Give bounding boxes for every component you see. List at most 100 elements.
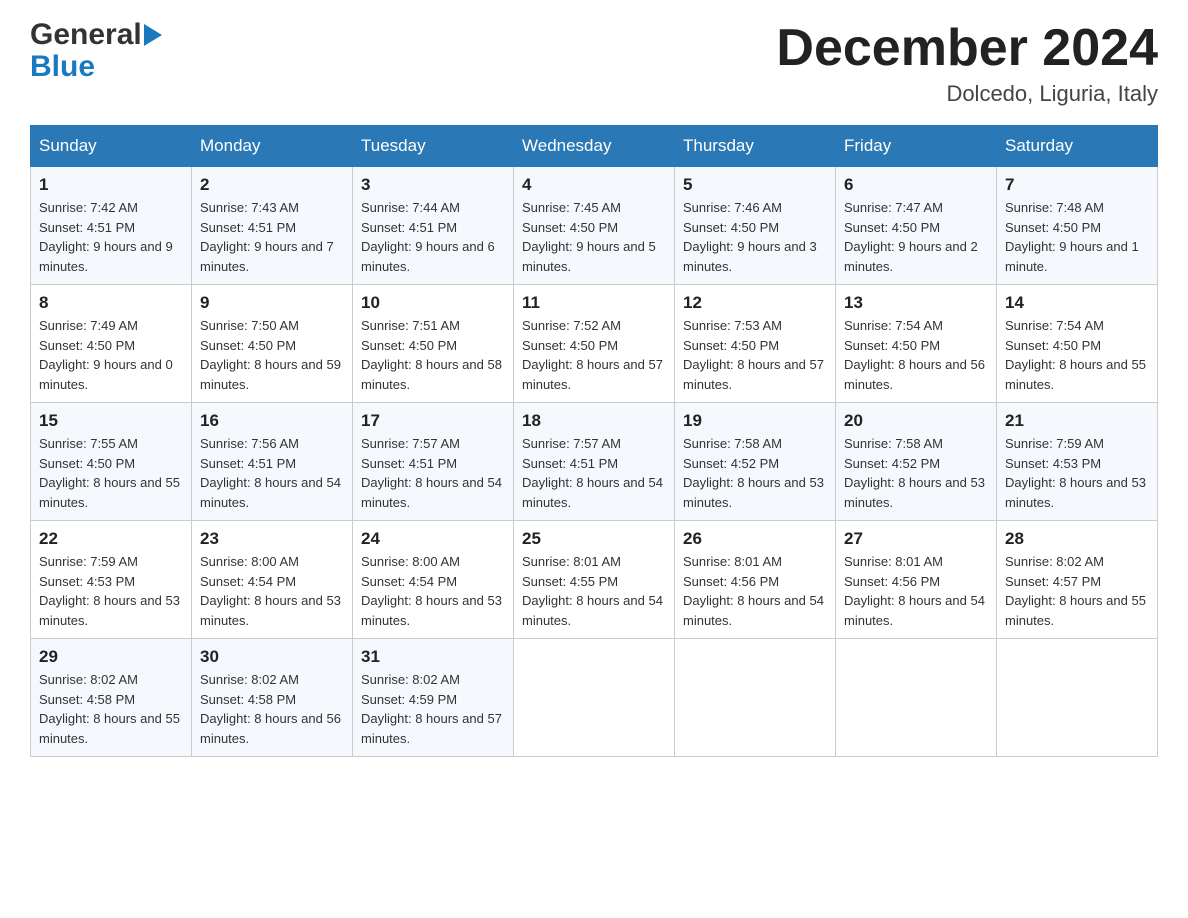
day-info: Sunrise: 8:00 AMSunset: 4:54 PMDaylight:… (361, 552, 505, 630)
calendar-cell: 29 Sunrise: 8:02 AMSunset: 4:58 PMDayligh… (31, 639, 192, 757)
day-header-thursday: Thursday (675, 126, 836, 167)
day-info: Sunrise: 7:48 AMSunset: 4:50 PMDaylight:… (1005, 198, 1149, 276)
day-number: 20 (844, 411, 988, 431)
day-info: Sunrise: 7:59 AMSunset: 4:53 PMDaylight:… (39, 552, 183, 630)
logo-arrow-icon (144, 24, 162, 46)
day-info: Sunrise: 7:55 AMSunset: 4:50 PMDaylight:… (39, 434, 183, 512)
day-number: 7 (1005, 175, 1149, 195)
day-number: 14 (1005, 293, 1149, 313)
day-info: Sunrise: 7:56 AMSunset: 4:51 PMDaylight:… (200, 434, 344, 512)
day-number: 21 (1005, 411, 1149, 431)
day-info: Sunrise: 7:43 AMSunset: 4:51 PMDaylight:… (200, 198, 344, 276)
day-header-tuesday: Tuesday (353, 126, 514, 167)
calendar-cell: 3 Sunrise: 7:44 AMSunset: 4:51 PMDaylight… (353, 167, 514, 285)
day-info: Sunrise: 8:02 AMSunset: 4:58 PMDaylight:… (39, 670, 183, 748)
day-info: Sunrise: 7:58 AMSunset: 4:52 PMDaylight:… (844, 434, 988, 512)
day-number: 29 (39, 647, 183, 667)
day-info: Sunrise: 7:45 AMSunset: 4:50 PMDaylight:… (522, 198, 666, 276)
calendar-cell: 25 Sunrise: 8:01 AMSunset: 4:55 PMDayligh… (514, 521, 675, 639)
day-info: Sunrise: 7:59 AMSunset: 4:53 PMDaylight:… (1005, 434, 1149, 512)
day-info: Sunrise: 7:57 AMSunset: 4:51 PMDaylight:… (522, 434, 666, 512)
week-row-3: 15 Sunrise: 7:55 AMSunset: 4:50 PMDayligh… (31, 403, 1158, 521)
day-info: Sunrise: 7:49 AMSunset: 4:50 PMDaylight:… (39, 316, 183, 394)
day-number: 22 (39, 529, 183, 549)
day-info: Sunrise: 7:53 AMSunset: 4:50 PMDaylight:… (683, 316, 827, 394)
day-number: 17 (361, 411, 505, 431)
day-number: 30 (200, 647, 344, 667)
calendar-cell (836, 639, 997, 757)
calendar-cell (514, 639, 675, 757)
day-number: 9 (200, 293, 344, 313)
day-info: Sunrise: 7:47 AMSunset: 4:50 PMDaylight:… (844, 198, 988, 276)
title-area: December 2024 Dolcedo, Liguria, Italy (776, 20, 1158, 107)
logo-general-text: General (30, 20, 142, 50)
day-number: 3 (361, 175, 505, 195)
day-number: 2 (200, 175, 344, 195)
calendar-cell: 17Sunrise: 7:57 AMSunset: 4:51 PMDayligh… (353, 403, 514, 521)
day-number: 13 (844, 293, 988, 313)
calendar-cell: 16Sunrise: 7:56 AMSunset: 4:51 PMDayligh… (192, 403, 353, 521)
calendar-title: December 2024 (776, 20, 1158, 77)
logo: General Blue (30, 20, 162, 84)
day-info: Sunrise: 7:50 AMSunset: 4:50 PMDaylight:… (200, 316, 344, 394)
calendar-cell: 8 Sunrise: 7:49 AMSunset: 4:50 PMDaylight… (31, 285, 192, 403)
day-number: 8 (39, 293, 183, 313)
calendar-cell: 9 Sunrise: 7:50 AMSunset: 4:50 PMDaylight… (192, 285, 353, 403)
day-number: 26 (683, 529, 827, 549)
page-header: General Blue December 2024 Dolcedo, Ligu… (30, 20, 1158, 107)
day-header-sunday: Sunday (31, 126, 192, 167)
calendar-cell: 10Sunrise: 7:51 AMSunset: 4:50 PMDayligh… (353, 285, 514, 403)
calendar-cell: 21 Sunrise: 7:59 AMSunset: 4:53 PMDayligh… (997, 403, 1158, 521)
calendar-cell: 27 Sunrise: 8:01 AMSunset: 4:56 PMDayligh… (836, 521, 997, 639)
day-header-monday: Monday (192, 126, 353, 167)
day-number: 24 (361, 529, 505, 549)
day-number: 18 (522, 411, 666, 431)
day-info: Sunrise: 7:42 AMSunset: 4:51 PMDaylight:… (39, 198, 183, 276)
day-number: 28 (1005, 529, 1149, 549)
day-number: 11 (522, 293, 666, 313)
day-number: 23 (200, 529, 344, 549)
day-info: Sunrise: 8:02 AMSunset: 4:59 PMDaylight:… (361, 670, 505, 748)
day-info: Sunrise: 7:52 AMSunset: 4:50 PMDaylight:… (522, 316, 666, 394)
week-row-4: 22 Sunrise: 7:59 AMSunset: 4:53 PMDayligh… (31, 521, 1158, 639)
day-info: Sunrise: 8:01 AMSunset: 4:56 PMDaylight:… (683, 552, 827, 630)
calendar-cell: 24 Sunrise: 8:00 AMSunset: 4:54 PMDayligh… (353, 521, 514, 639)
calendar-cell: 6 Sunrise: 7:47 AMSunset: 4:50 PMDaylight… (836, 167, 997, 285)
day-header-friday: Friday (836, 126, 997, 167)
day-header-saturday: Saturday (997, 126, 1158, 167)
calendar-cell: 18 Sunrise: 7:57 AMSunset: 4:51 PMDayligh… (514, 403, 675, 521)
calendar-cell: 28 Sunrise: 8:02 AMSunset: 4:57 PMDayligh… (997, 521, 1158, 639)
header-row: SundayMondayTuesdayWednesdayThursdayFrid… (31, 126, 1158, 167)
day-info: Sunrise: 7:54 AMSunset: 4:50 PMDaylight:… (1005, 316, 1149, 394)
day-info: Sunrise: 8:02 AMSunset: 4:58 PMDaylight:… (200, 670, 344, 748)
calendar-cell: 4 Sunrise: 7:45 AMSunset: 4:50 PMDaylight… (514, 167, 675, 285)
calendar-cell: 5 Sunrise: 7:46 AMSunset: 4:50 PMDaylight… (675, 167, 836, 285)
day-number: 5 (683, 175, 827, 195)
day-number: 1 (39, 175, 183, 195)
day-info: Sunrise: 7:44 AMSunset: 4:51 PMDaylight:… (361, 198, 505, 276)
day-number: 4 (522, 175, 666, 195)
day-info: Sunrise: 8:00 AMSunset: 4:54 PMDaylight:… (200, 552, 344, 630)
day-number: 6 (844, 175, 988, 195)
day-number: 19 (683, 411, 827, 431)
day-info: Sunrise: 8:01 AMSunset: 4:56 PMDaylight:… (844, 552, 988, 630)
calendar-cell: 11 Sunrise: 7:52 AMSunset: 4:50 PMDayligh… (514, 285, 675, 403)
day-info: Sunrise: 7:58 AMSunset: 4:52 PMDaylight:… (683, 434, 827, 512)
calendar-cell: 31 Sunrise: 8:02 AMSunset: 4:59 PMDayligh… (353, 639, 514, 757)
calendar-cell: 7 Sunrise: 7:48 AMSunset: 4:50 PMDaylight… (997, 167, 1158, 285)
day-info: Sunrise: 8:01 AMSunset: 4:55 PMDaylight:… (522, 552, 666, 630)
calendar-cell: 14 Sunrise: 7:54 AMSunset: 4:50 PMDayligh… (997, 285, 1158, 403)
day-number: 27 (844, 529, 988, 549)
calendar-cell: 30 Sunrise: 8:02 AMSunset: 4:58 PMDayligh… (192, 639, 353, 757)
calendar-cell (997, 639, 1158, 757)
calendar-cell: 15 Sunrise: 7:55 AMSunset: 4:50 PMDayligh… (31, 403, 192, 521)
day-number: 31 (361, 647, 505, 667)
day-number: 25 (522, 529, 666, 549)
day-number: 12 (683, 293, 827, 313)
day-info: Sunrise: 7:46 AMSunset: 4:50 PMDaylight:… (683, 198, 827, 276)
calendar-cell: 22 Sunrise: 7:59 AMSunset: 4:53 PMDayligh… (31, 521, 192, 639)
day-info: Sunrise: 8:02 AMSunset: 4:57 PMDaylight:… (1005, 552, 1149, 630)
calendar-cell: 20 Sunrise: 7:58 AMSunset: 4:52 PMDayligh… (836, 403, 997, 521)
day-number: 15 (39, 411, 183, 431)
day-number: 10 (361, 293, 505, 313)
